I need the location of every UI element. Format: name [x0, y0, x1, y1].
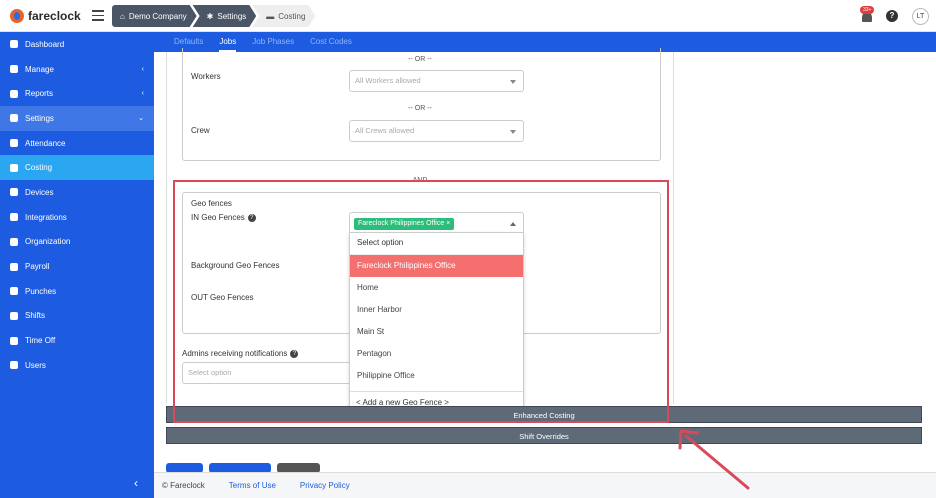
- or-divider: -- OR --: [408, 56, 432, 63]
- payroll-icon: [10, 262, 18, 271]
- sidebar-item-payroll[interactable]: Payroll: [0, 254, 154, 279]
- notifications-button[interactable]: 33+: [860, 6, 875, 22]
- sidebar-item-attendance[interactable]: Attendance: [0, 131, 154, 156]
- chevron-left-icon: ‹: [141, 65, 144, 73]
- dashboard-icon: [10, 40, 18, 49]
- sidebar-item-users[interactable]: Users: [0, 353, 154, 378]
- chevron-down-icon: ⌄: [138, 115, 144, 123]
- sidebar-item-settings[interactable]: Settings ⌄: [0, 106, 154, 131]
- folder-icon: ▬: [266, 11, 275, 21]
- sidebar-item-time-off[interactable]: Time Off: [0, 328, 154, 353]
- avatar[interactable]: LT: [912, 8, 929, 25]
- shifts-icon: [10, 311, 18, 320]
- sidebar-item-reports[interactable]: Reports ‹: [0, 81, 154, 106]
- users-icon: [10, 361, 18, 370]
- workers-select[interactable]: All Workers allowed: [349, 70, 524, 92]
- person-icon: [10, 65, 18, 74]
- sidebar-collapse-button[interactable]: ‹: [134, 476, 138, 490]
- or-divider: -- OR --: [408, 105, 432, 112]
- fareclock-logo-icon: [10, 9, 24, 23]
- plug-icon: [10, 213, 18, 222]
- sidebar: Dashboard Manage ‹ Reports ‹ Settings ⌄ Att…: [0, 32, 154, 498]
- breadcrumb: ⌂ Demo Company ✱ Settings ▬ Costing: [112, 5, 311, 27]
- caret-down-icon: [510, 130, 516, 134]
- brand-name: fareclock: [28, 9, 81, 23]
- workers-label: Workers: [191, 72, 221, 81]
- chevron-left-icon: ‹: [141, 90, 144, 98]
- annotation-highlight-box: [173, 180, 669, 423]
- caret-down-icon: [510, 80, 516, 84]
- chart-icon: [10, 89, 18, 98]
- notification-badge: 33+: [860, 6, 875, 14]
- sidebar-item-devices[interactable]: Devices: [0, 180, 154, 205]
- breadcrumb-costing[interactable]: ▬ Costing: [252, 5, 315, 27]
- terms-link[interactable]: Terms of Use: [229, 481, 276, 490]
- attendance-icon: [10, 139, 18, 148]
- timeoff-icon: [10, 336, 18, 345]
- shift-overrides-section[interactable]: Shift Overrides: [166, 427, 922, 444]
- footer: © Fareclock Terms of Use Privacy Policy: [154, 472, 936, 498]
- crew-label: Crew: [191, 126, 210, 135]
- sidebar-item-shifts[interactable]: Shifts: [0, 304, 154, 329]
- sidebar-item-punches[interactable]: Punches: [0, 279, 154, 304]
- sidebar-item-costing[interactable]: Costing: [0, 155, 154, 181]
- device-icon: [10, 188, 18, 197]
- logo[interactable]: fareclock: [10, 9, 81, 23]
- sidebar-item-manage[interactable]: Manage ‹: [0, 57, 154, 82]
- gear-icon: [10, 114, 18, 123]
- crew-select[interactable]: All Crews allowed: [349, 120, 524, 142]
- home-icon: ⌂: [120, 11, 125, 21]
- punch-icon: [10, 287, 18, 296]
- help-button[interactable]: ?: [886, 10, 898, 22]
- org-icon: [10, 237, 18, 246]
- sidebar-item-organization[interactable]: Organization: [0, 230, 154, 255]
- breadcrumb-settings[interactable]: ✱ Settings: [193, 5, 257, 27]
- privacy-link[interactable]: Privacy Policy: [300, 481, 350, 490]
- folder-icon: [10, 163, 18, 172]
- breadcrumb-company[interactable]: ⌂ Demo Company: [112, 5, 197, 27]
- copyright: © Fareclock: [162, 481, 205, 490]
- annotation-arrow-icon: [678, 429, 750, 490]
- menu-icon[interactable]: [92, 10, 104, 21]
- gear-icon: ✱: [206, 11, 214, 21]
- sidebar-item-integrations[interactable]: Integrations: [0, 205, 154, 230]
- sidebar-item-dashboard[interactable]: Dashboard: [0, 32, 154, 57]
- top-bar: fareclock ⌂ Demo Company ✱ Settings ▬ Costi…: [0, 0, 936, 32]
